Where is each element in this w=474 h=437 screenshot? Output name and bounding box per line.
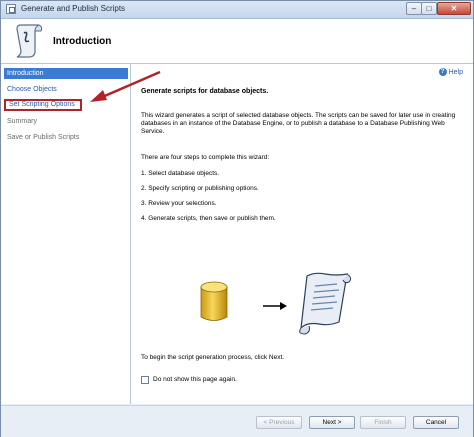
scroll-icon [16,24,43,58]
help-link[interactable]: ? Help [438,68,463,76]
previous-button[interactable]: < Previous [256,416,302,429]
window-title: Generate and Publish Scripts [21,4,126,13]
right-arrow-icon [263,302,287,310]
finish-button[interactable]: Finish [360,416,406,429]
help-icon: ? [438,68,447,76]
close-button[interactable]: ✕ [437,2,471,15]
minimize-button[interactable]: – [406,2,422,15]
step-1: 1. Select database objects. [141,170,220,177]
maximize-button[interactable]: □ [421,2,437,15]
step-3: 3. Review your selections. [141,200,217,207]
step-2: 2. Specify scripting or publishing optio… [141,185,259,192]
wizard-footer: < Previous Next > Finish Cancel [1,405,473,437]
help-label: Help [448,68,463,76]
nav-item-set-scripting-options[interactable]: Set Scripting Options [4,99,82,111]
do-not-show-label: Do not show this page again. [153,376,237,383]
cancel-button[interactable]: Cancel [413,416,459,429]
nav-item-save-or-publish: Save or Publish Scripts [7,134,80,141]
app-icon [6,4,16,14]
content-description: This wizard generates a script of select… [141,112,456,135]
nav-item-introduction[interactable]: Introduction [4,68,128,79]
database-icon [200,281,228,321]
next-button[interactable]: Next > [309,416,355,429]
title-bar: Generate and Publish Scripts – □ ✕ [1,1,473,19]
wizard-window: Generate and Publish Scripts – □ ✕ Intro… [0,0,474,437]
wizard-header: Introduction [1,19,473,64]
do-not-show-checkbox[interactable] [141,376,149,384]
wizard-content: ? Help Generate scripts for database obje… [131,64,473,404]
nav-item-choose-objects[interactable]: Choose Objects [4,84,128,95]
content-heading: Generate scripts for database objects. [141,88,269,95]
step-4: 4. Generate scripts, then save or publis… [141,215,276,222]
nav-item-summary: Summary [7,118,37,125]
steps-intro: There are four steps to complete this wi… [141,154,270,161]
wizard-nav: Introduction Choose Objects Set Scriptin… [1,64,131,404]
page-title: Introduction [53,36,112,47]
begin-text: To begin the script generation process, … [141,354,285,361]
script-scroll-icon [299,272,352,335]
